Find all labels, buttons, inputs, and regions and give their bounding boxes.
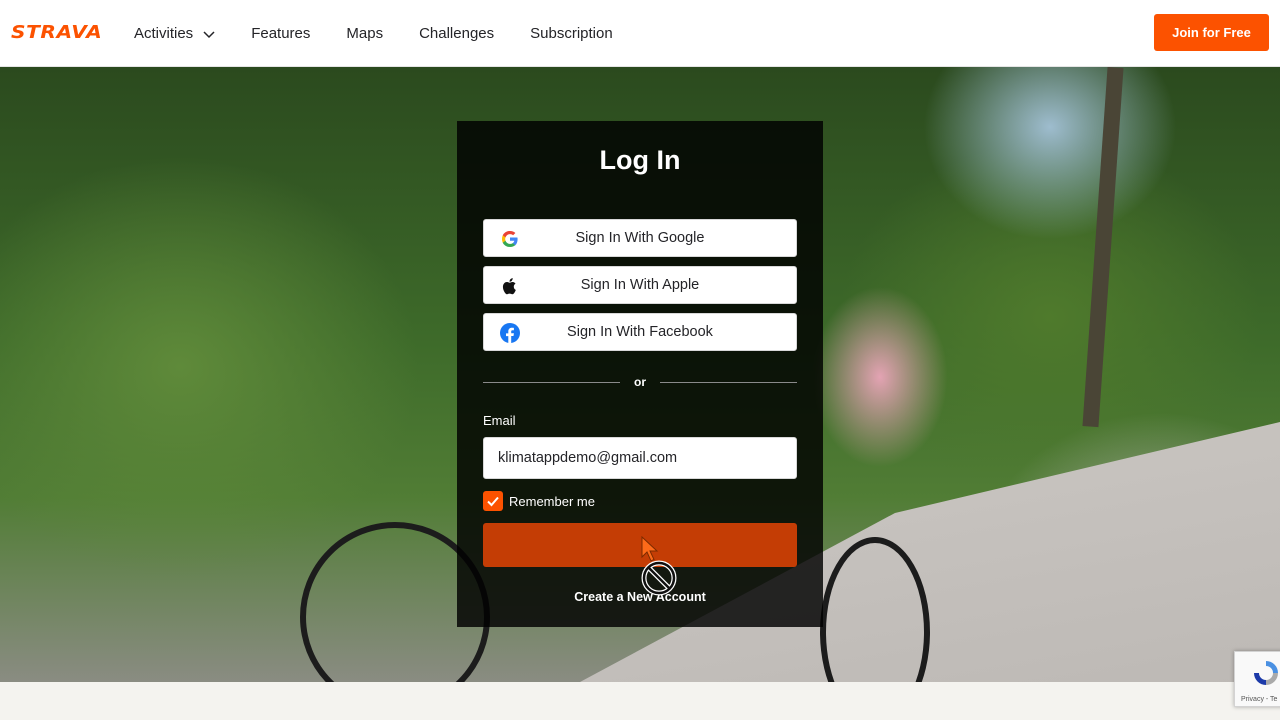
facebook-icon: [500, 323, 520, 343]
facebook-sign-in-label: Sign In With Facebook: [567, 324, 713, 340]
nav-features[interactable]: Features: [251, 25, 310, 42]
remember-me-checkbox[interactable]: Remember me: [483, 491, 595, 511]
chevron-down-icon: [203, 30, 215, 38]
utility-pole: [1082, 67, 1124, 428]
apple-sign-in-button[interactable]: Sign In With Apple: [483, 266, 797, 304]
nav-links: Activities Features Maps Challenges Subs…: [134, 0, 649, 67]
google-sign-in-button[interactable]: Sign In With Google: [483, 219, 797, 257]
nav-challenges[interactable]: Challenges: [419, 25, 494, 42]
google-icon: [502, 231, 518, 247]
checkbox-box[interactable]: [483, 491, 503, 511]
recaptcha-badge[interactable]: Privacy - Te: [1234, 651, 1280, 707]
top-navigation: STRAVA Activities Features Maps Challeng…: [0, 0, 1280, 67]
nav-maps[interactable]: Maps: [346, 25, 383, 42]
join-for-free-button[interactable]: Join for Free: [1154, 14, 1269, 51]
nav-activities-label: Activities: [134, 25, 194, 42]
apple-sign-in-label: Sign In With Apple: [580, 277, 700, 293]
email-label: Email: [483, 413, 516, 428]
or-divider: or: [483, 374, 797, 390]
mouse-cursor-icon: [641, 536, 659, 562]
apple-icon: [502, 278, 516, 295]
login-title: Log In: [599, 145, 681, 175]
strava-logo[interactable]: STRAVA: [11, 22, 102, 43]
facebook-sign-in-button[interactable]: Sign In With Facebook: [483, 313, 797, 351]
remember-me-label: Remember me: [509, 493, 595, 509]
recaptcha-icon: [1254, 661, 1278, 685]
divider-line: [660, 381, 797, 383]
not-allowed-icon: [641, 560, 677, 596]
divider-or-text: or: [634, 375, 646, 389]
page-bottom-section: [0, 682, 1280, 720]
checkmark-icon: [487, 496, 499, 507]
create-account-link[interactable]: Create a New Account: [457, 590, 823, 604]
email-field[interactable]: [483, 437, 797, 479]
recaptcha-privacy-text[interactable]: Privacy - Te: [1241, 696, 1277, 703]
nav-subscription[interactable]: Subscription: [530, 25, 613, 42]
divider-line: [483, 381, 620, 383]
nav-activities[interactable]: Activities: [134, 25, 215, 42]
google-sign-in-label: Sign In With Google: [575, 230, 705, 246]
